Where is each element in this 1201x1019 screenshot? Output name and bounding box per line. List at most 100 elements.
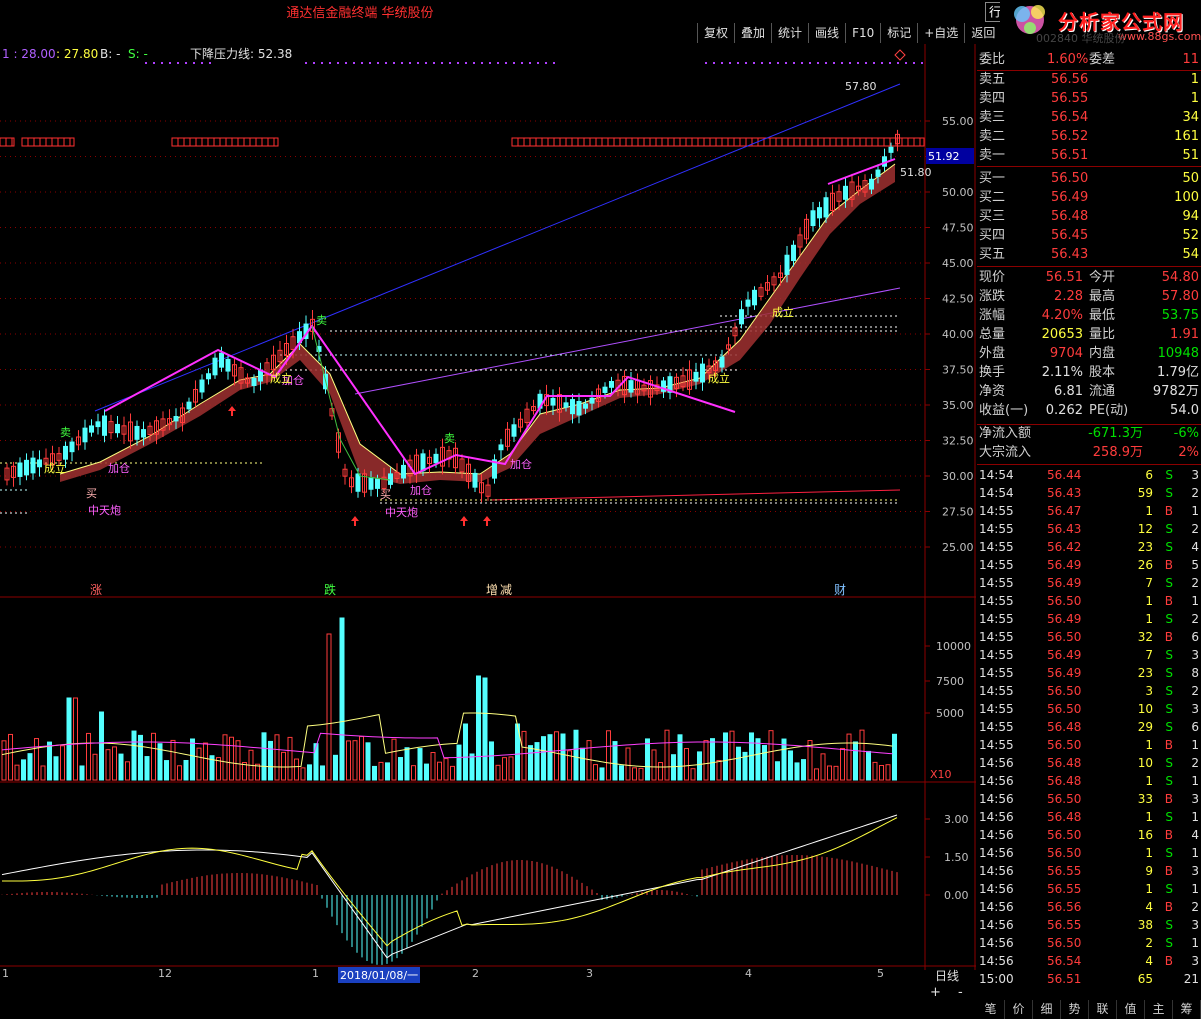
volume-bar [320,765,325,781]
indicator-dot [489,62,491,64]
volume-bar [606,730,611,781]
tick-row[interactable]: 14:55 56.50 1 B 1 [977,736,1201,754]
event-jian[interactable]: 减 [500,583,512,597]
tick-row[interactable]: 14:56 56.48 1 S 1 [977,808,1201,826]
candle-body [134,425,140,440]
bid-row[interactable]: 买四 56.45 52 [977,226,1201,245]
tick-row[interactable]: 14:55 56.50 10 S 3 [977,700,1201,718]
indicator-dot [177,62,179,64]
tick-row[interactable]: 14:55 56.47 1 B 1 [977,502,1201,520]
volume-bar [846,733,852,781]
zoom-out-button[interactable]: - [958,985,963,1000]
statistics-button[interactable]: 统计 [771,23,808,43]
tick-row[interactable]: 14:55 56.43 12 S 2 [977,520,1201,538]
draw-line-button[interactable]: 画线 [808,23,845,43]
add-watchlist-button[interactable]: +自选 [917,23,964,43]
tab-zhu[interactable]: 主 [1145,1000,1173,1019]
sell-signal-2: 卖 [316,314,327,327]
kline-chart[interactable]: 1 : 28.00 : 27.80 B: - S: - 下降压力线: 52.38… [0,44,976,970]
volume-bar [885,764,891,781]
volume-bar [762,745,767,781]
tab-zhi[interactable]: 值 [1117,1000,1145,1019]
f10-button[interactable]: F10 [845,23,880,43]
tick-row[interactable]: 14:56 56.56 4 B 2 [977,898,1201,916]
indicator-dot [161,62,163,64]
event-zhang[interactable]: 涨 [90,582,102,597]
ask-row[interactable]: 卖四 56.55 1 [977,89,1201,108]
candle-body [719,356,725,368]
tab-chou[interactable]: 筹 [1173,1000,1201,1019]
price-tick: 25.00 [942,541,974,554]
tick-row[interactable]: 14:56 56.50 16 B 4 [977,826,1201,844]
mark-button[interactable]: 标记 [880,23,917,43]
tick-row[interactable]: 14:56 56.50 1 S 1 [977,844,1201,862]
tick-row[interactable]: 14:55 56.49 23 S 8 [977,664,1201,682]
tick-row[interactable]: 14:56 56.48 1 S 1 [977,772,1201,790]
tab-xi[interactable]: 细 [1033,1000,1061,1019]
tick-row[interactable]: 14:54 56.43 59 S 2 [977,484,1201,502]
box-band [0,137,925,147]
zoom-in-button[interactable]: + [930,985,941,1000]
tick-row[interactable]: 14:55 56.49 7 S 2 [977,574,1201,592]
zigzag-line [104,324,736,476]
tick-row[interactable]: 14:56 56.50 2 S 1 [977,934,1201,952]
tick-row[interactable]: 14:55 56.50 1 B 1 [977,592,1201,610]
period-selector[interactable]: 日线 [935,967,959,984]
volume-bar [307,764,312,781]
indicator-dot [321,62,323,64]
macd-tick: 0.00 [944,889,969,902]
tick-row[interactable]: 14:55 56.49 1 S 2 [977,610,1201,628]
event-cai[interactable]: 财 [834,583,846,597]
event-die[interactable]: 跌 [324,582,336,597]
tab-jia[interactable]: 价 [1005,1000,1033,1019]
bid-row[interactable]: 买三 56.48 94 [977,207,1201,226]
back-button[interactable]: 返回 [964,23,1001,43]
volume-bar [872,761,878,781]
volume-bar [398,757,403,781]
macd-dea-line [1,817,898,947]
candle-body [609,381,614,388]
indicator-dot [801,62,803,64]
pressure-line-label: 下降压力线: 52.38 [190,47,292,61]
chart-area[interactable]: 1 : 28.00 : 27.80 B: - S: - 下降压力线: 52.38… [0,44,976,970]
candle-body [498,444,504,451]
tick-row[interactable]: 14:55 56.48 29 S 6 [977,718,1201,736]
indicator-dot [425,62,427,64]
tab-shi[interactable]: 势 [1061,1000,1089,1019]
ask-row[interactable]: 卖二 56.52 161 [977,127,1201,146]
tick-row[interactable]: 14:56 56.48 10 S 2 [977,754,1201,772]
price-tick: 32.50 [942,435,974,448]
fuquan-button[interactable]: 复权 [697,23,734,43]
tick-row[interactable]: 14:56 56.54 4 B 3 [977,952,1201,970]
tick-row[interactable]: 14:56 56.55 1 S 1 [977,880,1201,898]
volume-bar [560,733,566,781]
volume-bar [417,748,423,781]
price-tick: 30.00 [942,470,974,483]
bid-row[interactable]: 买五 56.43 54 [977,245,1201,264]
tick-row[interactable]: 14:55 56.42 23 S 4 [977,538,1201,556]
ask-row[interactable]: 卖一 56.51 51 [977,146,1201,165]
bid-row[interactable]: 买二 56.49 100 [977,188,1201,207]
tick-row[interactable]: 14:56 56.55 9 B 3 [977,862,1201,880]
dashed-levels [0,315,900,514]
overlay-button[interactable]: 叠加 [734,23,771,43]
stat-row: 换手 2.11% 股本 1.79亿 [979,365,1199,380]
tick-row[interactable]: 14:55 56.50 3 S 2 [977,682,1201,700]
tick-row[interactable]: 14:55 56.50 32 B 6 [977,628,1201,646]
candle-body [823,197,829,218]
ask-row[interactable]: 卖三 56.54 34 [977,108,1201,127]
tab-lian[interactable]: 联 [1089,1000,1117,1019]
volume-bar [469,753,475,781]
tab-bi[interactable]: 笔 [977,1000,1005,1019]
candle-body [693,371,699,382]
tick-row[interactable]: 14:54 56.44 6 S 3 [977,466,1201,484]
tick-row[interactable]: 14:55 56.49 26 B 5 [977,556,1201,574]
tick-row[interactable]: 14:55 56.49 7 S 3 [977,646,1201,664]
ask-row[interactable]: 卖五 56.56 1 [977,70,1201,89]
tick-row[interactable]: 14:56 56.50 33 B 3 [977,790,1201,808]
tick-row[interactable]: 14:56 56.55 38 S 3 [977,916,1201,934]
tick-row[interactable]: 15:00 56.51 65 21 [977,970,1201,988]
indicator-dot [513,62,515,64]
bid-row[interactable]: 买一 56.50 50 [977,169,1201,188]
event-zeng[interactable]: 增 [486,583,498,597]
